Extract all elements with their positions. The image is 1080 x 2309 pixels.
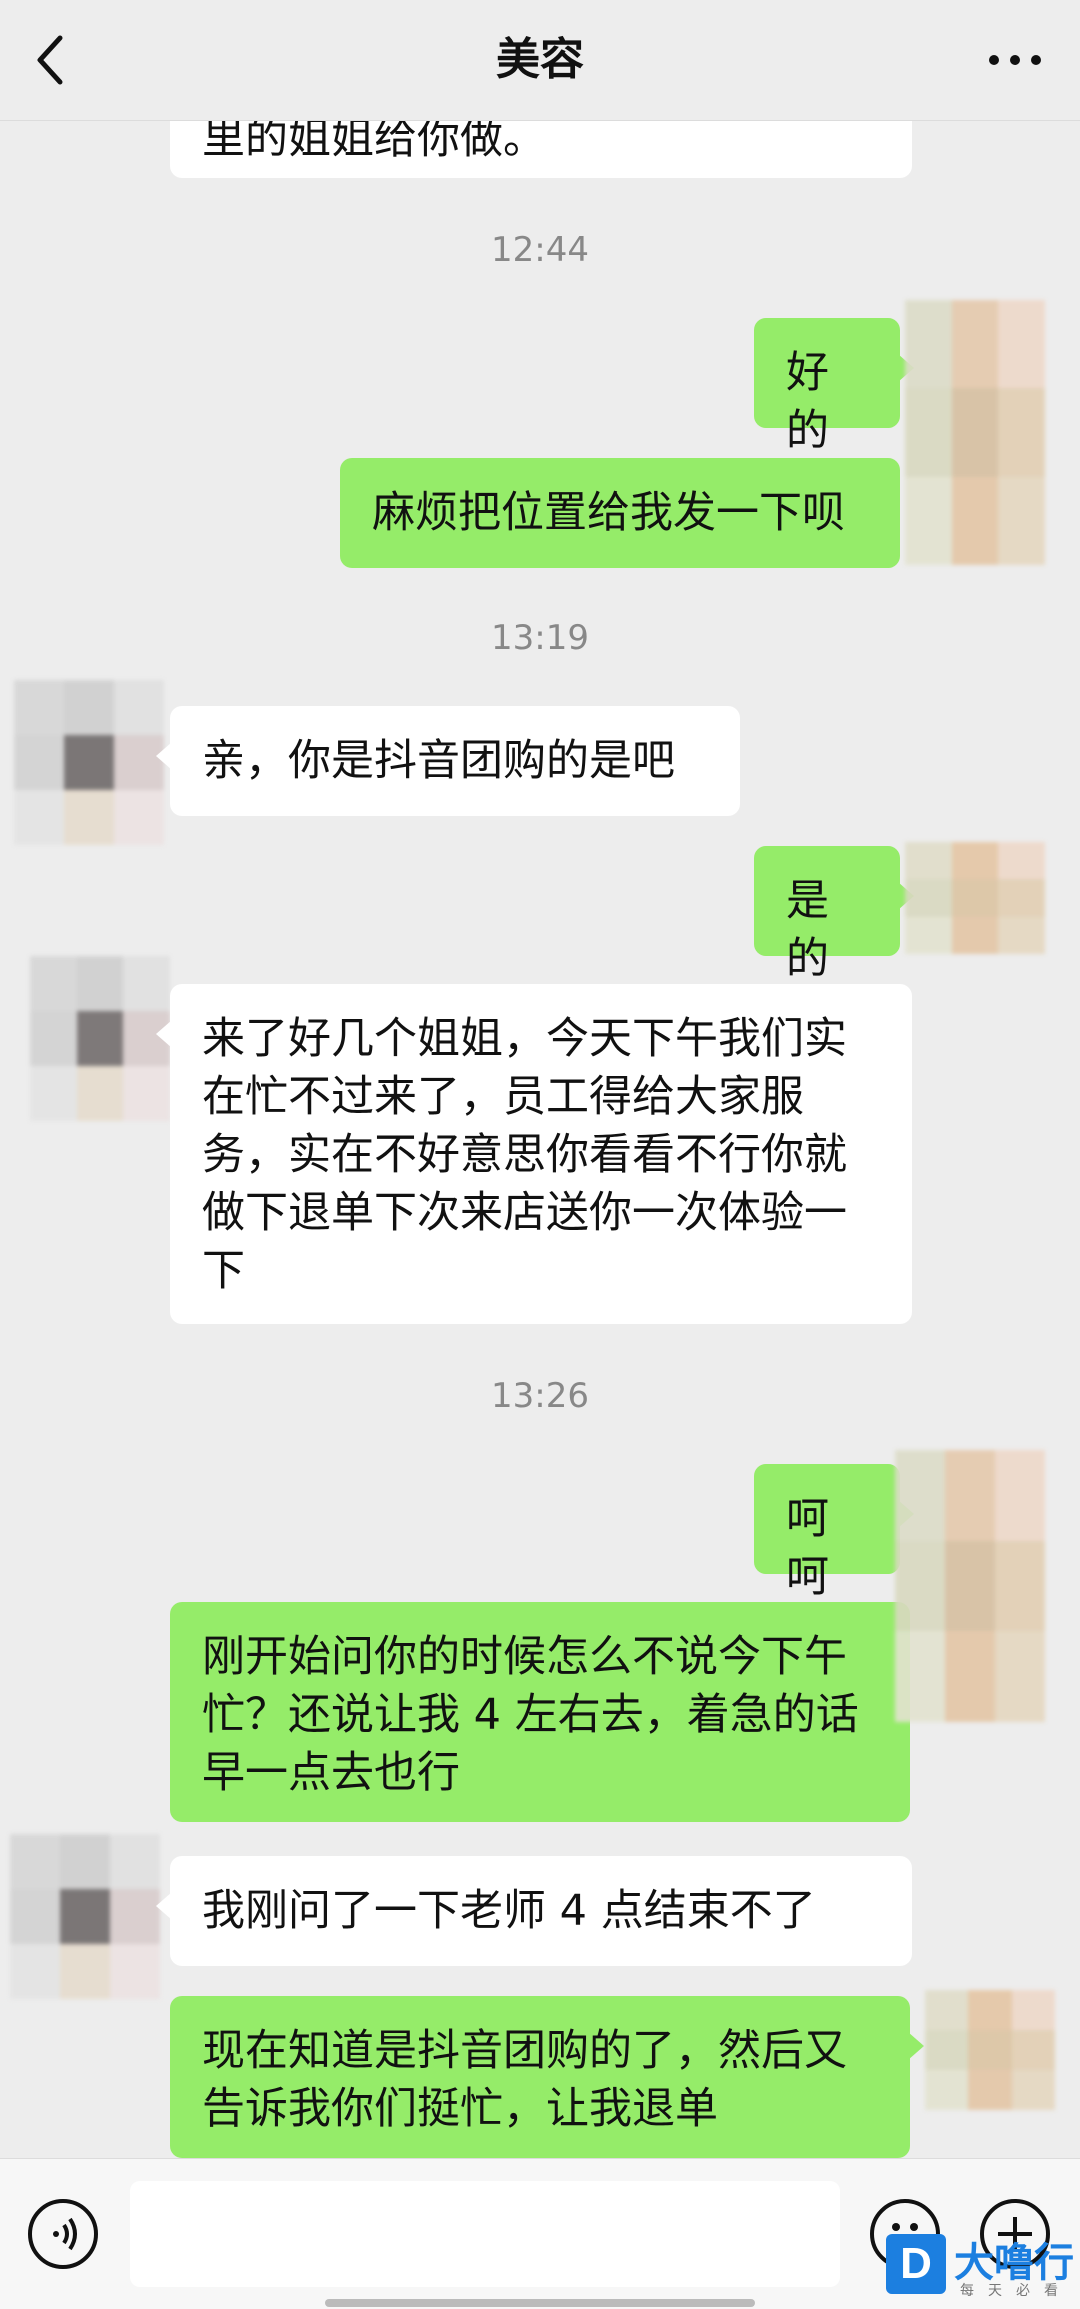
my-avatar[interactable] [925,1990,1055,2110]
message-input[interactable] [130,2181,840,2287]
voice-button[interactable] [28,2199,98,2269]
message-incoming[interactable]: 来了好几个姐姐，今天下午我们实在忙不过来了，员工得给大家服务，实在不好意思你看看… [156,984,912,1324]
more-button[interactable] [980,30,1050,90]
message-outgoing[interactable]: 麻烦把位置给我发一下呗 [340,458,900,568]
nav-header: 美容 [0,0,1080,121]
home-indicator [325,2299,755,2307]
message-text: 刚开始问你的时候怎么不说今下午忙？还说让我 4 左右去，着急的话早一点去也行 [202,1632,859,1798]
voice-icon [53,2217,77,2251]
contact-avatar[interactable] [10,1834,160,1999]
message-outgoing[interactable]: 刚开始问你的时候怎么不说今下午忙？还说让我 4 左右去，着急的话早一点去也行 [170,1602,910,1822]
watermark-sub: 每天必看 [960,2283,1072,2299]
more-dots-icon [989,55,1041,65]
chat-title: 美容 [496,34,584,85]
message-incoming[interactable]: 亲，你是抖音团购的是吧 [156,706,740,816]
message-text: 呵呵 [786,1494,829,1602]
timestamp: 13:19 [491,618,589,658]
message-text: 是的 [786,876,829,984]
message-text: 亲，你是抖音团购的是吧 [202,736,675,786]
message-text: 我刚问了一下老师 4 点结束不了 [202,1886,816,1936]
message-text: 来了好几个姐姐，今天下午我们实在忙不过来了，员工得给大家服务，实在不好意思你看看… [202,1014,847,1296]
message-outgoing[interactable]: 呵呵 [754,1464,914,1602]
timestamp: 12:44 [491,230,589,270]
chat-area[interactable]: 里的姐姐给你做。 12:44 好的 麻烦把位置给我发一下呗 13:19 亲，你是… [0,0,1080,2158]
watermark: D 大噜行 每天必看 [880,2220,1080,2308]
message-incoming[interactable]: 我刚问了一下老师 4 点结束不了 [156,1856,912,1966]
message-text: 麻烦把位置给我发一下呗 [372,488,845,538]
my-avatar[interactable] [905,300,1045,565]
message-text: 现在知道是抖音团购的了，然后又告诉我你们挺忙，让我退单 [202,2026,847,2134]
contact-avatar[interactable] [30,956,170,1121]
message-outgoing[interactable]: 现在知道是抖音团购的了，然后又告诉我你们挺忙，让我退单 [170,1996,924,2158]
my-avatar[interactable] [905,842,1045,954]
message-text: 里的姐姐给你做。 [202,114,546,164]
my-avatar[interactable] [895,1450,1045,1722]
contact-avatar[interactable] [14,680,164,845]
timestamp: 13:26 [491,1376,589,1416]
message-outgoing[interactable]: 是的 [754,846,914,984]
message-outgoing[interactable]: 好的 [754,318,914,456]
watermark-logo: D [886,2234,946,2294]
message-text: 好的 [786,348,829,456]
